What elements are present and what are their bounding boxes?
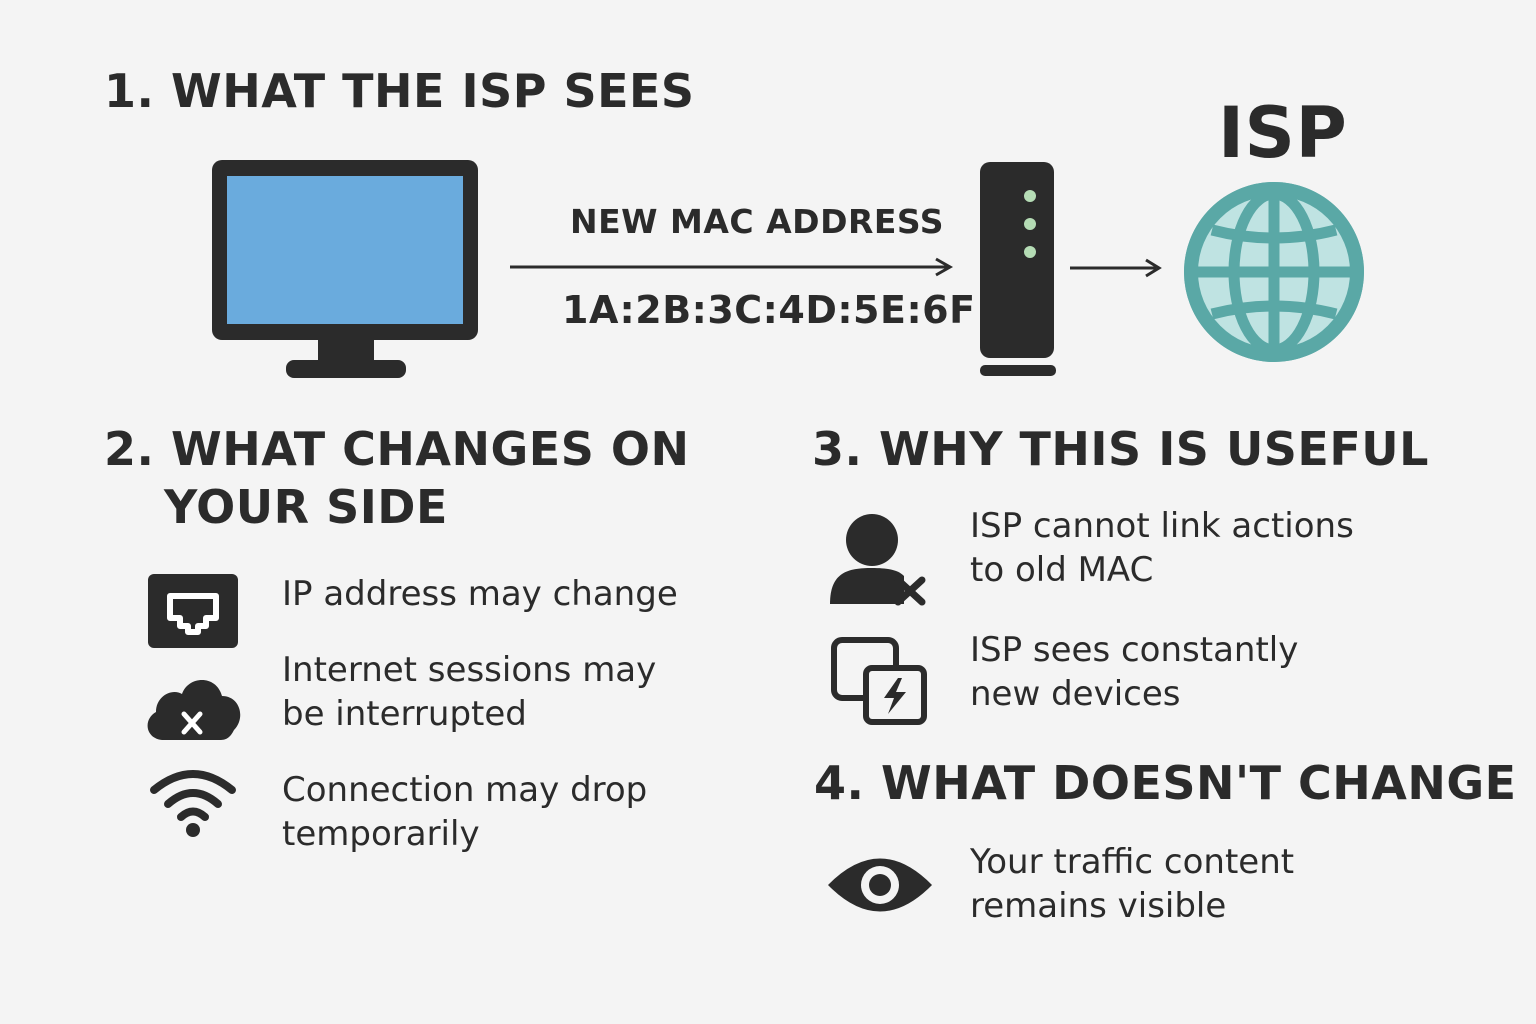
router-icon: [978, 160, 1058, 378]
list-item-new-devices: ISP sees constantly new devices: [970, 628, 1298, 716]
new-device-icon: [830, 636, 930, 726]
isp-label: ISP: [1218, 92, 1348, 174]
list-item-text-line1: ISP sees constantly: [970, 630, 1299, 670]
wifi-icon: [148, 766, 238, 840]
list-item-text-line2: be interrupted: [282, 694, 527, 734]
list-item-cannot-link: ISP cannot link actions to old MAC: [970, 504, 1354, 592]
list-item-text-line1: Connection may drop: [282, 770, 648, 810]
globe-icon: [1182, 180, 1366, 364]
list-item-text-line2: temporarily: [282, 814, 480, 854]
list-item-text-line2: remains visible: [970, 886, 1227, 926]
section2-title-line2: YOUR SIDE: [164, 480, 448, 534]
list-item-traffic-visible: Your traffic content remains visible: [970, 840, 1294, 928]
mac-address-value: 1A:2B:3C:4D:5E:6F: [562, 288, 976, 332]
list-item-connection: Connection may drop temporarily: [282, 768, 647, 856]
arrow-to-isp-icon: [1068, 257, 1164, 279]
user-blocked-icon: [828, 512, 930, 606]
list-item-text: IP address may change: [282, 574, 678, 614]
arrow-to-router-icon: [508, 256, 958, 278]
section3-title: 3. WHY THIS IS USEFUL: [812, 422, 1429, 476]
mac-address-label: NEW MAC ADDRESS: [570, 202, 944, 241]
list-item-sessions: Internet sessions may be interrupted: [282, 648, 656, 736]
section4-title: 4. WHAT DOESN'T CHANGE: [814, 756, 1517, 810]
eye-icon: [826, 852, 934, 918]
list-item-text-line1: ISP cannot link actions: [970, 506, 1354, 546]
list-item-text-line1: Internet sessions may: [282, 650, 657, 690]
list-item-text-line2: to old MAC: [970, 550, 1154, 590]
list-item-text-line2: new devices: [970, 674, 1181, 714]
list-item-text-line1: Your traffic content: [970, 842, 1295, 882]
section1-title: 1. WHAT THE ISP SEES: [104, 64, 695, 118]
section2-title: 2. WHAT CHANGES ON YOUR SIDE: [104, 420, 689, 536]
ethernet-port-icon: [148, 574, 240, 650]
cloud-error-icon: [142, 672, 244, 742]
computer-monitor-icon: [212, 160, 480, 380]
list-item-ip-change: IP address may change: [282, 572, 678, 616]
section2-title-line1: 2. WHAT CHANGES ON: [104, 422, 690, 476]
